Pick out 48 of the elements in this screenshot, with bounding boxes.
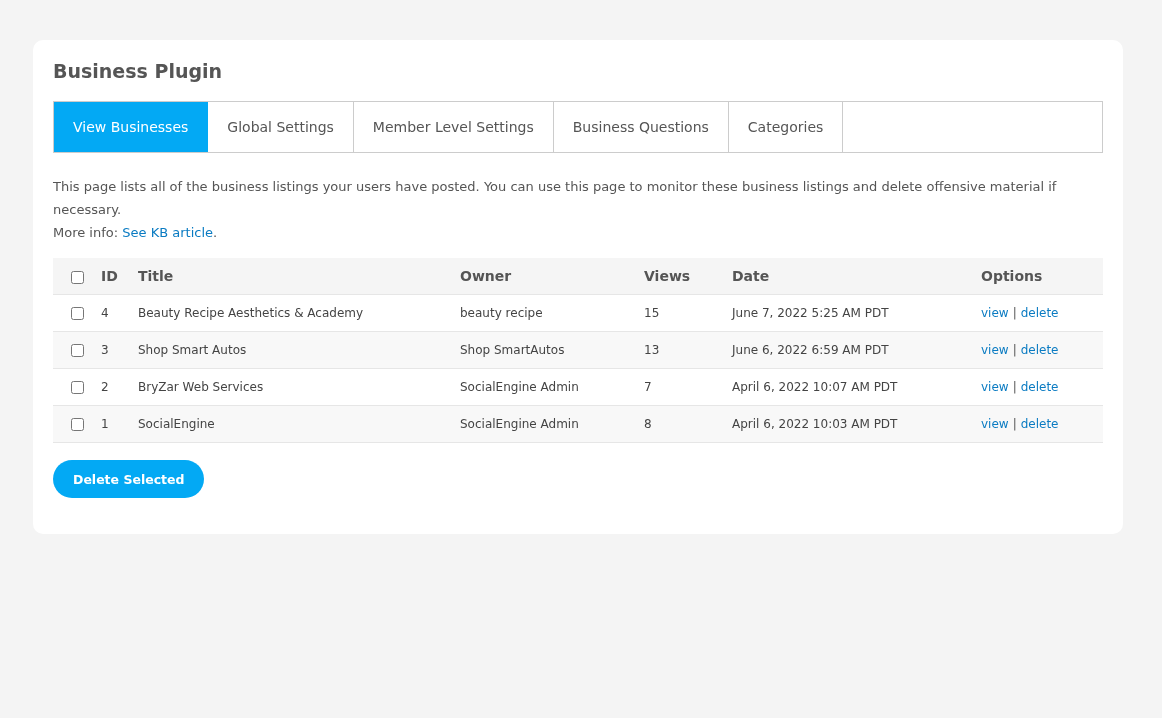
delete-link[interactable]: delete xyxy=(1020,306,1059,320)
column-header: Options xyxy=(981,268,1043,284)
views-cell: 15 xyxy=(644,306,660,320)
delete-selected-button[interactable]: Delete Selected xyxy=(53,460,205,498)
separator: | xyxy=(1012,306,1017,320)
column-header: Date xyxy=(732,268,770,284)
date-cell: June 6, 2022 6:59 AM PDT xyxy=(732,343,889,357)
date-cell: April 6, 2022 10:03 AM PDT xyxy=(732,417,898,431)
delete-link[interactable]: delete xyxy=(1020,380,1059,394)
delete-link[interactable]: delete xyxy=(1020,343,1059,357)
title-cell: Beauty Recipe Aesthetics & Academy xyxy=(138,306,364,320)
owner-cell: beauty recipe xyxy=(460,306,543,320)
views-cell: 7 xyxy=(644,380,652,394)
row-checkbox[interactable] xyxy=(70,418,84,431)
view-link[interactable]: view xyxy=(981,343,1009,357)
view-link[interactable]: view xyxy=(981,417,1009,431)
separator: | xyxy=(1012,343,1017,357)
date-cell: April 6, 2022 10:07 AM PDT xyxy=(732,380,898,394)
title-cell: Shop Smart Autos xyxy=(138,343,247,357)
row-checkbox[interactable] xyxy=(70,344,84,357)
column-header: Views xyxy=(644,268,691,284)
id-cell: 4 xyxy=(101,306,109,320)
row-checkbox[interactable] xyxy=(70,307,84,320)
views-cell: 13 xyxy=(644,343,660,357)
owner-cell: SocialEngine Admin xyxy=(460,380,579,394)
views-cell: 8 xyxy=(644,417,652,431)
id-cell: 2 xyxy=(101,380,109,394)
date-cell: June 7, 2022 5:25 AM PDT xyxy=(732,306,889,320)
id-cell: 3 xyxy=(101,343,109,357)
title-cell: BryZar Web Services xyxy=(138,380,264,394)
column-header: ID xyxy=(101,268,118,284)
owner-cell: SocialEngine Admin xyxy=(460,417,579,431)
delete-link[interactable]: delete xyxy=(1020,417,1059,431)
view-link[interactable]: view xyxy=(981,306,1009,320)
separator: | xyxy=(1012,380,1017,394)
page-title: Business Plugin xyxy=(53,60,224,82)
column-header: Owner xyxy=(460,268,512,284)
tab[interactable]: View Businesses xyxy=(54,102,209,152)
kb-article-link[interactable]: See KB article xyxy=(122,225,213,240)
column-header: Title xyxy=(138,268,174,284)
view-link[interactable]: view xyxy=(981,380,1009,394)
description-text: This page lists all of the business listings your users have posted. You can use this page to monitor these business listings and delete offensive material if necessary. More info: See KB article. xyxy=(53,178,1058,242)
title-cell: SocialEngine xyxy=(138,417,215,431)
select-all-checkbox[interactable] xyxy=(70,270,84,284)
owner-cell: Shop SmartAutos xyxy=(460,343,565,357)
row-checkbox[interactable] xyxy=(70,381,84,394)
separator: | xyxy=(1012,417,1017,431)
id-cell: 1 xyxy=(101,417,109,431)
